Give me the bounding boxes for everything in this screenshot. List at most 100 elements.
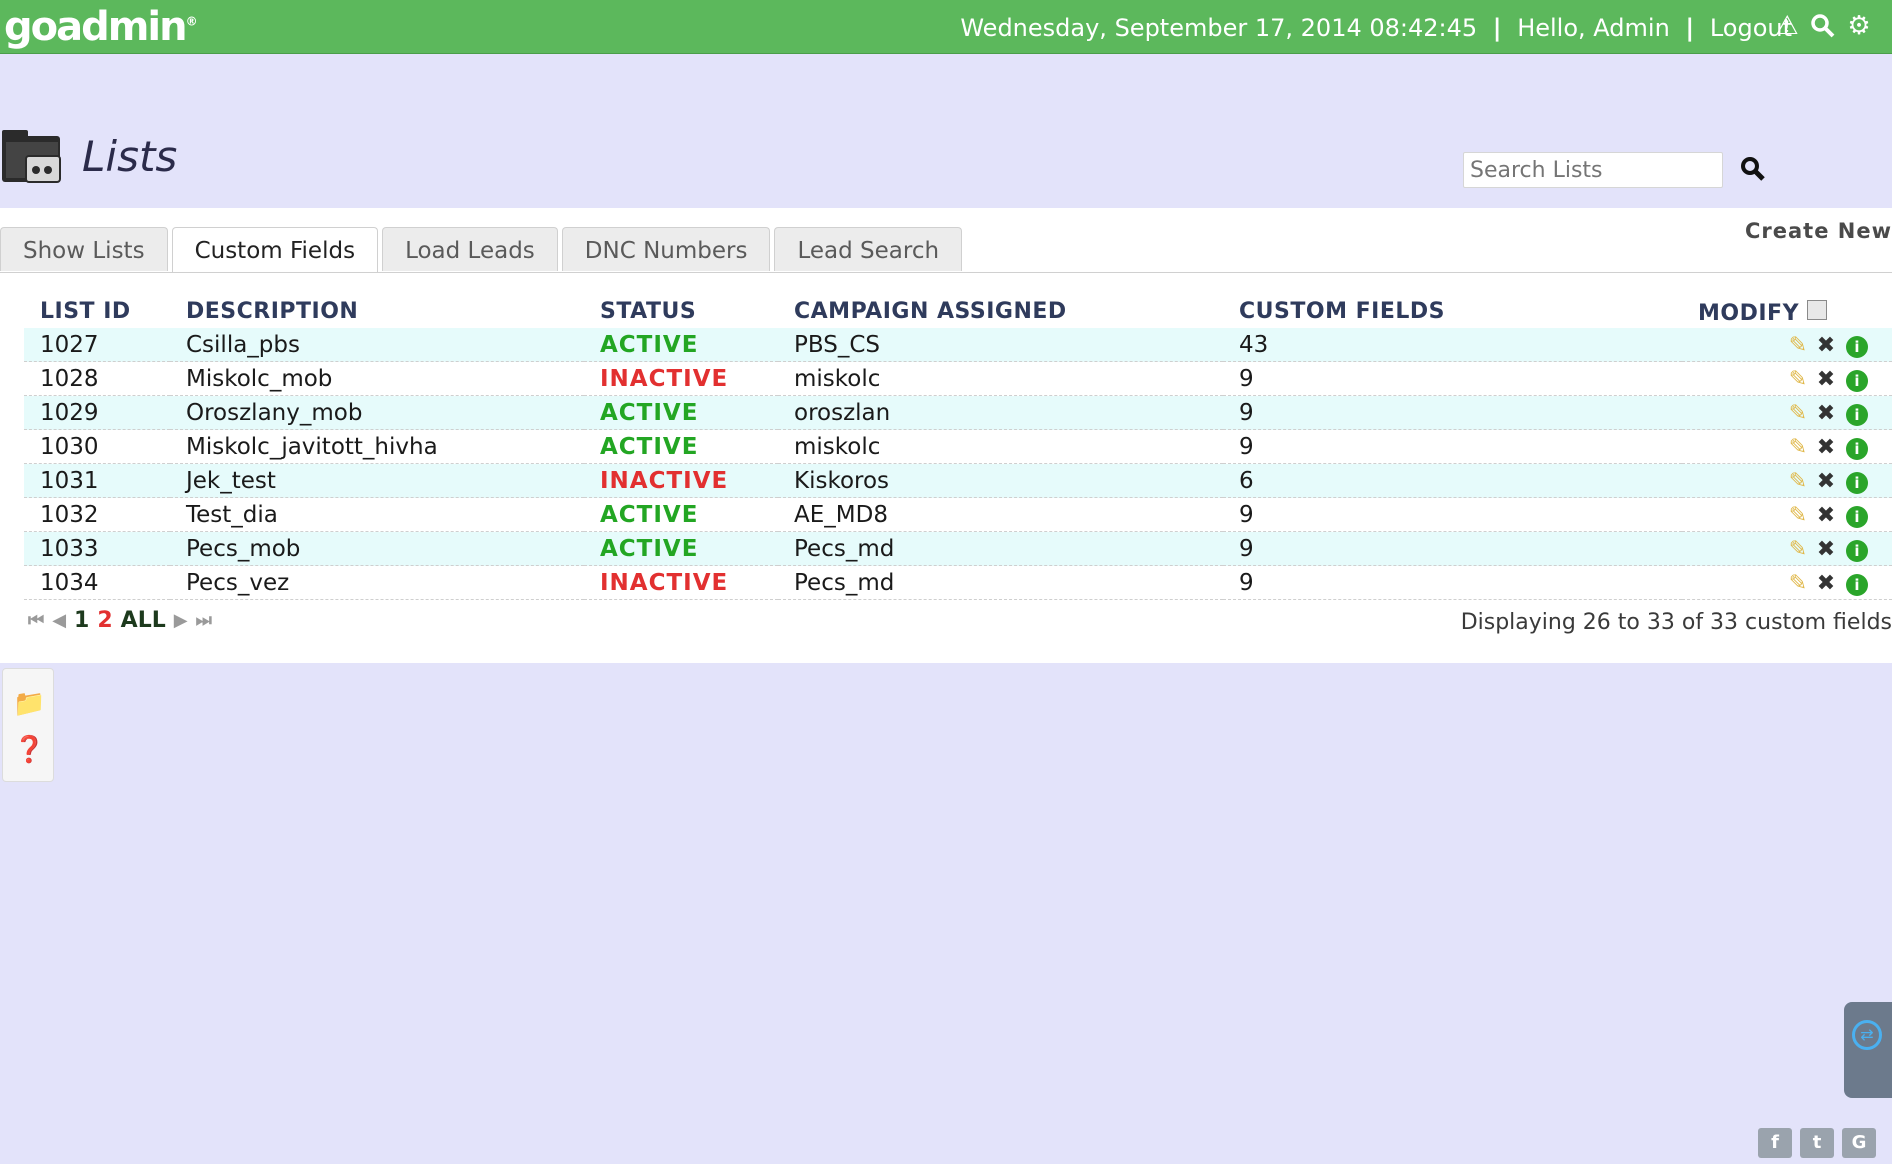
- remote-support-icon: ⇄: [1852, 1020, 1882, 1050]
- cell-status: INACTIVE: [584, 361, 778, 396]
- cell-custom-fields: 9: [1223, 395, 1682, 430]
- cell-modify: ✎ ✖ i: [1682, 565, 1892, 600]
- table-row: 1033 Pecs_mob ACTIVE Pecs_md 9 ✎ ✖ i: [24, 531, 1892, 566]
- warning-icon[interactable]: ⚠: [1774, 11, 1800, 41]
- page-link-2[interactable]: 2: [97, 608, 112, 633]
- greeting-link[interactable]: Hello, Admin: [1517, 14, 1670, 42]
- tab-show-lists[interactable]: Show Lists: [0, 227, 168, 271]
- edit-icon[interactable]: ✎: [1784, 435, 1812, 460]
- cell-status: ACTIVE: [584, 429, 778, 464]
- cell-campaign: Pecs_md: [778, 531, 1223, 566]
- folder-icon: [2, 130, 61, 183]
- folder-icon[interactable]: 📁: [13, 689, 45, 719]
- cell-description: Miskolc_javitott_hivha: [170, 429, 584, 464]
- info-icon[interactable]: i: [1846, 369, 1868, 392]
- displaying-count: Displaying 26 to 33 of 33 custom fields: [1460, 610, 1892, 635]
- edit-icon[interactable]: ✎: [1784, 367, 1812, 392]
- page-link-all[interactable]: ALL: [121, 608, 166, 633]
- table-row: 1031 Jek_test INACTIVE Kiskoros 6 ✎ ✖ i: [24, 463, 1892, 498]
- search-input[interactable]: [1463, 152, 1723, 188]
- separator: |: [1685, 14, 1695, 42]
- twitter-icon[interactable]: t: [1800, 1128, 1834, 1158]
- tab-custom-fields[interactable]: Custom Fields: [171, 227, 379, 273]
- info-icon[interactable]: i: [1846, 403, 1868, 426]
- column-header-description[interactable]: DESCRIPTION: [170, 292, 584, 328]
- table-row: 1027 Csilla_pbs ACTIVE PBS_CS 43 ✎ ✖ i: [24, 328, 1892, 362]
- cell-modify: ✎ ✖ i: [1682, 328, 1892, 362]
- facebook-icon[interactable]: f: [1758, 1128, 1792, 1158]
- custom-fields-table: LIST ID DESCRIPTION STATUS CAMPAIGN ASSI…: [24, 292, 1892, 600]
- prev-page-icon[interactable]: ◀: [52, 610, 66, 631]
- delete-icon[interactable]: ✖: [1812, 435, 1840, 460]
- cell-campaign: oroszlan: [778, 395, 1223, 430]
- page-header: Lists: [0, 120, 1892, 208]
- tab-lead-search[interactable]: Lead Search: [774, 227, 963, 271]
- info-icon[interactable]: i: [1846, 335, 1868, 358]
- cell-list-id: 1029: [24, 395, 170, 430]
- create-new-link[interactable]: Create New: [1745, 219, 1892, 243]
- select-all-checkbox[interactable]: [1807, 300, 1828, 320]
- gear-icon[interactable]: ⚙: [1846, 11, 1872, 41]
- column-header-status[interactable]: STATUS: [584, 292, 778, 328]
- delete-icon[interactable]: ✖: [1812, 571, 1840, 596]
- remote-support-tab[interactable]: ⇄: [1844, 1002, 1892, 1098]
- first-page-icon[interactable]: ⏮: [28, 610, 44, 631]
- info-icon[interactable]: i: [1846, 471, 1868, 494]
- edit-icon[interactable]: ✎: [1784, 537, 1812, 562]
- column-header-custom-fields[interactable]: CUSTOM FIELDS: [1223, 292, 1682, 328]
- delete-icon[interactable]: ✖: [1812, 503, 1840, 528]
- last-page-icon[interactable]: ⏭: [196, 610, 212, 631]
- cell-list-id: 1032: [24, 497, 170, 532]
- delete-icon[interactable]: ✖: [1812, 537, 1840, 562]
- info-icon[interactable]: i: [1846, 505, 1868, 528]
- table-row: 1029 Oroszlany_mob ACTIVE oroszlan 9 ✎ ✖ i: [24, 395, 1892, 430]
- cell-status: ACTIVE: [584, 328, 778, 362]
- delete-icon[interactable]: ✖: [1812, 401, 1840, 426]
- info-icon[interactable]: i: [1846, 573, 1868, 596]
- search-icon[interactable]: [1810, 11, 1836, 41]
- logo[interactable]: goadmin®: [4, 4, 198, 50]
- info-icon[interactable]: i: [1846, 539, 1868, 562]
- divider: [0, 272, 1892, 273]
- cell-campaign: Pecs_md: [778, 565, 1223, 600]
- cell-modify: ✎ ✖ i: [1682, 395, 1892, 430]
- cell-status: ACTIVE: [584, 497, 778, 532]
- cell-modify: ✎ ✖ i: [1682, 497, 1892, 532]
- cell-description: Oroszlany_mob: [170, 395, 584, 430]
- content-panel: Show Lists Custom Fields Load Leads DNC …: [0, 208, 1892, 663]
- edit-icon[interactable]: ✎: [1784, 503, 1812, 528]
- cell-custom-fields: 9: [1223, 531, 1682, 566]
- social-links: f t G: [1758, 1128, 1876, 1158]
- next-page-icon[interactable]: ▶: [174, 610, 188, 631]
- edit-icon[interactable]: ✎: [1784, 571, 1812, 596]
- edit-icon[interactable]: ✎: [1784, 469, 1812, 494]
- separator: |: [1492, 14, 1502, 42]
- cell-modify: ✎ ✖ i: [1682, 429, 1892, 464]
- tab-dnc-numbers[interactable]: DNC Numbers: [561, 227, 771, 271]
- tab-load-leads[interactable]: Load Leads: [382, 227, 558, 271]
- edit-icon[interactable]: ✎: [1784, 401, 1812, 426]
- goautodial-icon[interactable]: G: [1842, 1128, 1876, 1158]
- search-button-icon[interactable]: [1738, 154, 1768, 184]
- delete-icon[interactable]: ✖: [1812, 333, 1840, 358]
- cell-status: INACTIVE: [584, 463, 778, 498]
- edit-icon[interactable]: ✎: [1784, 333, 1812, 358]
- cell-description: Pecs_mob: [170, 531, 584, 566]
- cell-description: Csilla_pbs: [170, 328, 584, 362]
- help-icon[interactable]: ❓: [13, 735, 45, 765]
- pagination: ⏮ ◀ 1 2 ALL ▶ ⏭: [28, 608, 212, 633]
- cell-modify: ✎ ✖ i: [1682, 463, 1892, 498]
- column-header-modify: MODIFY: [1682, 292, 1892, 328]
- cell-custom-fields: 9: [1223, 565, 1682, 600]
- delete-icon[interactable]: ✖: [1812, 367, 1840, 392]
- cell-status: ACTIVE: [584, 395, 778, 430]
- cell-description: Jek_test: [170, 463, 584, 498]
- page-title: Lists: [82, 132, 178, 181]
- cell-list-id: 1028: [24, 361, 170, 396]
- delete-icon[interactable]: ✖: [1812, 469, 1840, 494]
- column-header-campaign[interactable]: CAMPAIGN ASSIGNED: [778, 292, 1223, 328]
- side-mini-bar: 📁 ❓: [2, 668, 54, 782]
- column-header-list-id[interactable]: LIST ID: [24, 292, 170, 328]
- page-link-1[interactable]: 1: [74, 608, 89, 633]
- info-icon[interactable]: i: [1846, 437, 1868, 460]
